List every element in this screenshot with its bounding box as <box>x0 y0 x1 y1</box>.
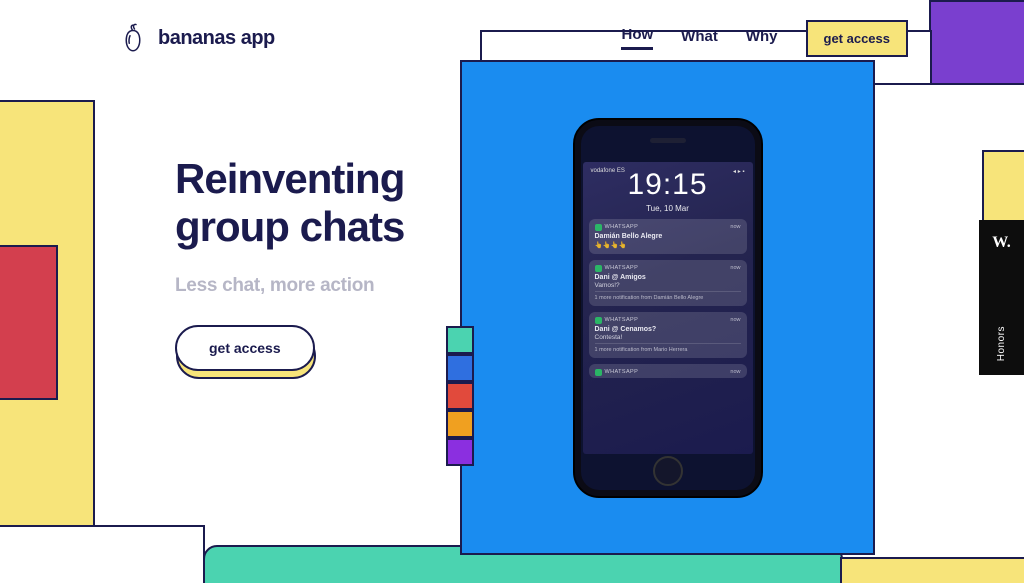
brand[interactable]: bananas app <box>118 23 275 53</box>
swatch-blue[interactable] <box>446 354 474 382</box>
phone-status-icons: ◂ ▸ ▪ <box>733 168 744 175</box>
awwwards-badge[interactable]: W. Honors <box>979 220 1024 375</box>
color-palette <box>446 326 474 466</box>
hero-title: Reinventing group chats <box>175 155 404 252</box>
nav: How What Why get access <box>621 20 908 57</box>
phone-home-button <box>653 456 683 486</box>
nav-get-access-button[interactable]: get access <box>806 20 909 57</box>
notif-title: Dani @ Cenamos? <box>595 326 741 333</box>
notif-title: Damián Bello Alegre <box>595 233 741 240</box>
notif-title: Dani @ Amigos <box>595 274 741 281</box>
swatch-teal[interactable] <box>446 326 474 354</box>
awwwards-label: Honors <box>996 326 1007 361</box>
notification: WHATSAPP now Dani @ Cenamos? Contesta! 1 … <box>589 312 747 358</box>
decor-red-left <box>0 245 58 400</box>
notif-more: 1 more notification from Damián Bello Al… <box>595 291 741 301</box>
notif-app: WHATSAPP <box>595 317 639 324</box>
phone-speaker <box>650 138 686 143</box>
swatch-orange[interactable] <box>446 410 474 438</box>
notification: WHATSAPP now Dani @ Amigos Vamos!? 1 more… <box>589 260 747 306</box>
hero-subtitle: Less chat, more action <box>175 275 374 297</box>
decor-white-bottom-left <box>0 525 205 583</box>
notif-app: WHATSAPP <box>595 224 639 231</box>
notif-body: Contesta! <box>595 334 741 341</box>
brand-logo-icon <box>118 23 148 53</box>
notif-more: 1 more notification from Mario Herrera <box>595 343 741 353</box>
notif-app: WHATSAPP <box>595 265 639 272</box>
nav-link-how[interactable]: How <box>621 26 653 50</box>
nav-link-what[interactable]: What <box>681 28 718 49</box>
notif-body: Vamos!? <box>595 282 741 289</box>
hero-title-line2: group chats <box>175 203 404 250</box>
phone-status-bar: vodafone ES ◂ ▸ ▪ <box>583 162 753 177</box>
phone-carrier: vodafone ES <box>591 168 625 175</box>
notif-when: now <box>730 224 740 230</box>
swatch-purple[interactable] <box>446 438 474 466</box>
decor-purple-top-right <box>929 0 1024 85</box>
notification: WHATSAPP now Damián Bello Alegre 👆👆👆👆 <box>589 219 747 254</box>
notif-app: WHATSAPP <box>595 369 639 376</box>
notification: WHATSAPP now <box>589 364 747 378</box>
phone-date: Tue, 10 Mar <box>583 204 753 213</box>
brand-name: bananas app <box>158 27 275 50</box>
hero-image-card: vodafone ES ◂ ▸ ▪ 19:15 Tue, 10 Mar WHAT… <box>460 60 875 555</box>
notif-when: now <box>730 265 740 271</box>
notif-body: 👆👆👆👆 <box>595 241 741 249</box>
notif-when: now <box>730 317 740 323</box>
hero-cta-wrap: get access <box>175 325 315 371</box>
decor-yellow-bottom-right <box>840 557 1024 583</box>
hero-get-access-button[interactable]: get access <box>175 325 315 371</box>
swatch-red[interactable] <box>446 382 474 410</box>
awwwards-mark: W. <box>992 234 1011 252</box>
phone-mockup: vodafone ES ◂ ▸ ▪ 19:15 Tue, 10 Mar WHAT… <box>573 118 763 498</box>
notif-when: now <box>730 369 740 375</box>
hero-title-line1: Reinventing <box>175 155 404 202</box>
phone-screen: vodafone ES ◂ ▸ ▪ 19:15 Tue, 10 Mar WHAT… <box>583 162 753 454</box>
nav-link-why[interactable]: Why <box>746 28 778 49</box>
header: bananas app How What Why get access <box>118 18 908 58</box>
